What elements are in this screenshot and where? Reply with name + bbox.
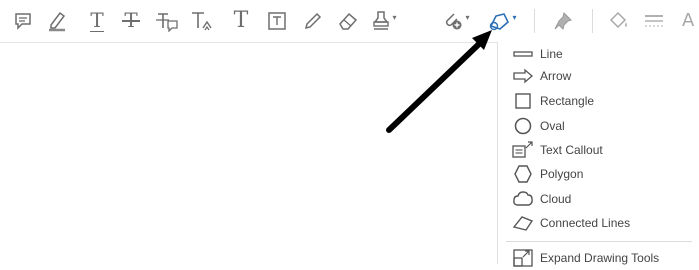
line-style-icon[interactable] <box>642 6 666 36</box>
drawing-tools-icon[interactable]: ▾ <box>486 6 518 36</box>
menu-item-label: Arrow <box>540 69 572 83</box>
menu-item-label: Line <box>540 47 563 61</box>
polygon-icon <box>512 164 534 184</box>
attach-file-icon[interactable]: ▾ <box>440 6 472 36</box>
text-properties-icon[interactable]: A <box>682 6 699 36</box>
chevron-down-icon: ▾ <box>392 12 397 22</box>
pencil-icon[interactable] <box>302 6 324 36</box>
text-box-icon[interactable] <box>266 6 288 36</box>
drawing-tools-menu: Line Arrow Rectangle Oval Text Callout P… <box>497 42 699 267</box>
menu-divider <box>506 241 692 242</box>
oval-icon <box>512 116 534 136</box>
menu-item-cloud[interactable]: Cloud <box>498 187 699 211</box>
toolbar-divider <box>534 9 535 33</box>
toolbar-divider <box>592 9 593 33</box>
stamp-icon[interactable]: ▾ <box>368 6 400 36</box>
rectangle-icon <box>512 91 534 111</box>
chevron-down-icon: ▾ <box>512 12 517 22</box>
menu-item-rectangle[interactable]: Rectangle <box>498 89 699 113</box>
underline-text-glyph: T <box>90 7 104 32</box>
expand-drawing-tools-icon <box>512 248 534 268</box>
menu-item-polygon[interactable]: Polygon <box>498 162 699 186</box>
menu-item-label: Connected Lines <box>540 216 631 230</box>
menu-item-label: Oval <box>540 119 565 133</box>
connected-lines-icon <box>512 213 534 233</box>
menu-item-label: Polygon <box>540 167 584 181</box>
menu-item-expand-drawing-tools[interactable]: Expand Drawing Tools <box>498 246 699 270</box>
chevron-down-icon: ▾ <box>465 12 470 22</box>
replace-text-icon[interactable] <box>154 6 180 36</box>
menu-item-line[interactable]: Line <box>498 42 699 66</box>
menu-item-arrow[interactable]: Arrow <box>498 64 699 88</box>
eraser-icon[interactable] <box>336 6 360 36</box>
insert-text-icon[interactable] <box>190 6 216 36</box>
comment-toolbar: T T T ▾ ▾ ▾ A <box>0 0 699 43</box>
cloud-icon <box>512 189 534 209</box>
line-icon <box>512 44 534 64</box>
menu-item-label: Expand Drawing Tools <box>540 251 660 265</box>
add-text-glyph: T <box>233 8 249 33</box>
sticky-note-icon[interactable] <box>12 6 34 36</box>
pin-icon[interactable] <box>552 6 574 36</box>
menu-item-label: Rectangle <box>540 94 595 108</box>
menu-item-text-callout[interactable]: Text Callout <box>498 138 699 162</box>
fill-color-icon[interactable] <box>606 6 632 36</box>
menu-item-oval[interactable]: Oval <box>498 114 699 138</box>
arrow-icon <box>512 66 534 86</box>
text-callout-icon <box>512 140 534 160</box>
underline-text-icon[interactable]: T <box>86 6 108 36</box>
strikethrough-text-icon[interactable]: T <box>120 6 142 36</box>
highlight-icon[interactable] <box>46 6 68 36</box>
add-text-icon[interactable]: T <box>230 6 252 36</box>
menu-item-connected-lines[interactable]: Connected Lines <box>498 211 699 235</box>
text-properties-glyph: A <box>682 10 695 31</box>
menu-item-label: Cloud <box>540 192 572 206</box>
menu-item-label: Text Callout <box>540 143 603 157</box>
